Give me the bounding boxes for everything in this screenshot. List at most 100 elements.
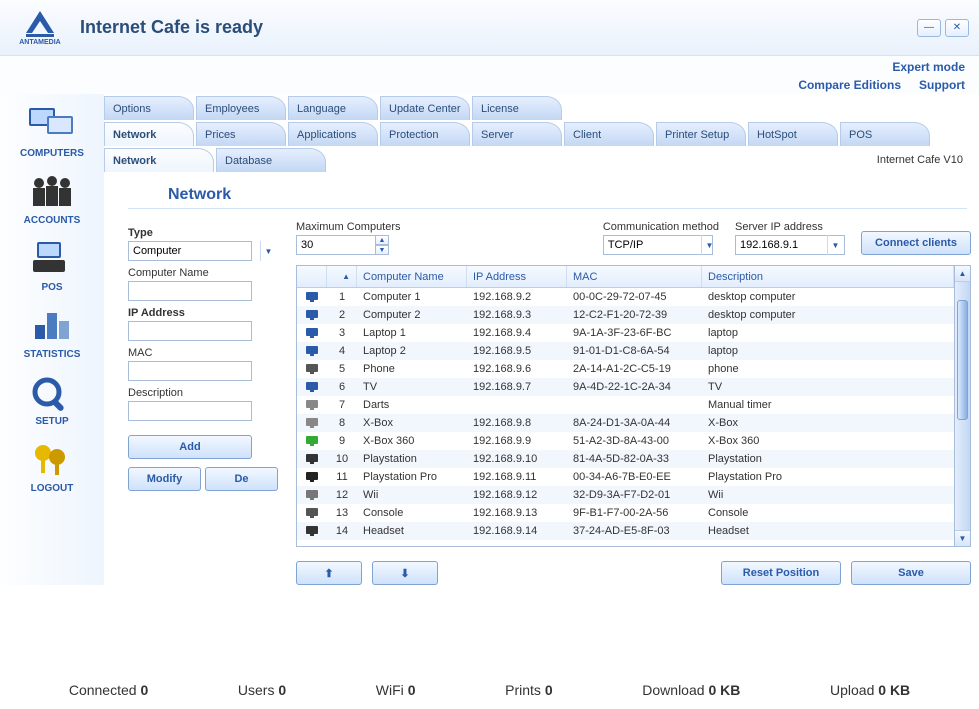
delete-button[interactable]: De: [205, 467, 278, 491]
vertical-scrollbar[interactable]: ▲ ▼: [954, 266, 970, 546]
reset-position-button[interactable]: Reset Position: [721, 561, 841, 585]
table-row[interactable]: 13Console192.168.9.139F-B1-F7-00-2A-56Co…: [297, 504, 954, 522]
tab-database[interactable]: Database: [216, 148, 326, 172]
row-name: X-Box 360: [357, 435, 467, 447]
scroll-down-icon[interactable]: ▼: [955, 530, 970, 546]
tab-applications[interactable]: Applications: [288, 122, 378, 146]
tab-server[interactable]: Server: [472, 122, 562, 146]
tab-prices[interactable]: Prices: [196, 122, 286, 146]
table-row[interactable]: 1Computer 1192.168.9.200-0C-29-72-07-45d…: [297, 288, 954, 306]
minimize-button[interactable]: —: [917, 19, 941, 37]
table-row[interactable]: 2Computer 2192.168.9.312-C2-F1-20-72-39d…: [297, 306, 954, 324]
sidebar-item-pos[interactable]: POS: [0, 232, 104, 299]
modify-button[interactable]: Modify: [128, 467, 201, 491]
row-mac: 2A-14-A1-2C-C5-19: [567, 363, 702, 375]
table-row[interactable]: 11Playstation Pro192.168.9.1100-34-A6-7B…: [297, 468, 954, 486]
save-button[interactable]: Save: [851, 561, 971, 585]
close-button[interactable]: ✕: [945, 19, 969, 37]
sidebar-item-logout[interactable]: LOGOUT: [0, 433, 104, 500]
accounts-icon: [23, 169, 81, 213]
tab-printer-setup[interactable]: Printer Setup: [656, 122, 746, 146]
pos-icon: [23, 236, 81, 280]
tab-update-center[interactable]: Update Center: [380, 96, 470, 120]
description-input[interactable]: [128, 401, 252, 421]
table-row[interactable]: 5Phone192.168.9.62A-14-A1-2C-C5-19phone: [297, 360, 954, 378]
compare-editions-link[interactable]: Compare Editions: [798, 78, 901, 92]
expert-mode-link[interactable]: Expert mode: [892, 60, 965, 74]
table-row[interactable]: 4Laptop 2192.168.9.591-01-D1-C8-6A-54lap…: [297, 342, 954, 360]
arrow-up-icon: ⬆: [324, 567, 333, 580]
scroll-up-icon[interactable]: ▲: [955, 266, 970, 282]
table-row[interactable]: 14Headset192.168.9.1437-24-AD-E5-8F-03He…: [297, 522, 954, 540]
tab-protection[interactable]: Protection: [380, 122, 470, 146]
row-mac: 8A-24-D1-3A-0A-44: [567, 417, 702, 429]
add-button[interactable]: Add: [128, 435, 252, 459]
computers-icon: [23, 102, 81, 146]
computer-name-label: Computer Name: [128, 267, 278, 279]
tab-options[interactable]: Options: [104, 96, 194, 120]
move-down-button[interactable]: ⬇: [372, 561, 438, 585]
table-row[interactable]: 7DartsManual timer: [297, 396, 954, 414]
row-desc: desktop computer: [702, 291, 954, 303]
comm-method-select[interactable]: [603, 235, 713, 255]
row-mac: 9A-4D-22-1C-2A-34: [567, 381, 702, 393]
chevron-down-icon[interactable]: ▼: [701, 235, 717, 255]
col-mac[interactable]: MAC: [567, 266, 702, 287]
chevron-down-icon[interactable]: ▼: [260, 241, 276, 261]
row-ip: 192.168.9.12: [467, 489, 567, 501]
row-ip: 192.168.9.9: [467, 435, 567, 447]
row-desc: Console: [702, 507, 954, 519]
ip-address-input[interactable]: [128, 321, 252, 341]
table-row[interactable]: 6TV192.168.9.79A-4D-22-1C-2A-34TV: [297, 378, 954, 396]
tab-hotspot[interactable]: HotSpot: [748, 122, 838, 146]
row-desc: Playstation Pro: [702, 471, 954, 483]
sidebar-item-computers[interactable]: COMPUTERS: [0, 98, 104, 165]
col-computer-name[interactable]: Computer Name: [357, 266, 467, 287]
tab-network[interactable]: Network: [104, 148, 214, 172]
row-mac: 81-4A-5D-82-0A-33: [567, 453, 702, 465]
scroll-thumb[interactable]: [957, 300, 968, 420]
col-icon[interactable]: [297, 266, 327, 287]
spin-down-icon[interactable]: ▼: [375, 245, 389, 255]
row-index: 12: [327, 489, 357, 501]
tab-network[interactable]: Network: [104, 122, 194, 146]
device-icon: [297, 525, 327, 537]
table-row[interactable]: 10Playstation192.168.9.1081-4A-5D-82-0A-…: [297, 450, 954, 468]
move-up-button[interactable]: ⬆: [296, 561, 362, 585]
section-heading: Network: [128, 172, 967, 208]
sidebar-item-label: SETUP: [35, 416, 68, 427]
sidebar-item-label: COMPUTERS: [20, 148, 84, 159]
support-link[interactable]: Support: [919, 78, 965, 92]
device-icon: [297, 399, 327, 411]
type-select[interactable]: [128, 241, 252, 261]
sidebar-item-accounts[interactable]: ACCOUNTS: [0, 165, 104, 232]
table-row[interactable]: 8X-Box192.168.9.88A-24-D1-3A-0A-44X-Box: [297, 414, 954, 432]
spin-up-icon[interactable]: ▲: [375, 235, 389, 245]
table-row[interactable]: 12Wii192.168.9.1232-D9-3A-F7-D2-01Wii: [297, 486, 954, 504]
tab-client[interactable]: Client: [564, 122, 654, 146]
col-index[interactable]: ▲: [327, 266, 357, 287]
tab-employees[interactable]: Employees: [196, 96, 286, 120]
chevron-down-icon[interactable]: ▼: [827, 235, 843, 255]
tab-pos[interactable]: POS: [840, 122, 930, 146]
tab-license[interactable]: License: [472, 96, 562, 120]
row-mac: 9A-1A-3F-23-6F-BC: [567, 327, 702, 339]
tab-language[interactable]: Language: [288, 96, 378, 120]
max-computers-input[interactable]: [296, 235, 376, 255]
sidebar-item-setup[interactable]: SETUP: [0, 366, 104, 433]
row-ip: 192.168.9.2: [467, 291, 567, 303]
table-row[interactable]: 3Laptop 1192.168.9.49A-1A-3F-23-6F-BClap…: [297, 324, 954, 342]
col-ip-address[interactable]: IP Address: [467, 266, 567, 287]
connect-clients-button[interactable]: Connect clients: [861, 231, 971, 255]
col-description[interactable]: Description: [702, 266, 954, 287]
mac-input[interactable]: [128, 361, 252, 381]
row-index: 4: [327, 345, 357, 357]
table-row[interactable]: 9X-Box 360192.168.9.951-A2-3D-8A-43-00X-…: [297, 432, 954, 450]
row-name: Laptop 2: [357, 345, 467, 357]
row-index: 6: [327, 381, 357, 393]
computer-name-input[interactable]: [128, 281, 252, 301]
sidebar-item-statistics[interactable]: STATISTICS: [0, 299, 104, 366]
row-index: 3: [327, 327, 357, 339]
status-prints: Prints 0: [505, 682, 552, 698]
comm-method-label: Communication method: [603, 221, 719, 233]
